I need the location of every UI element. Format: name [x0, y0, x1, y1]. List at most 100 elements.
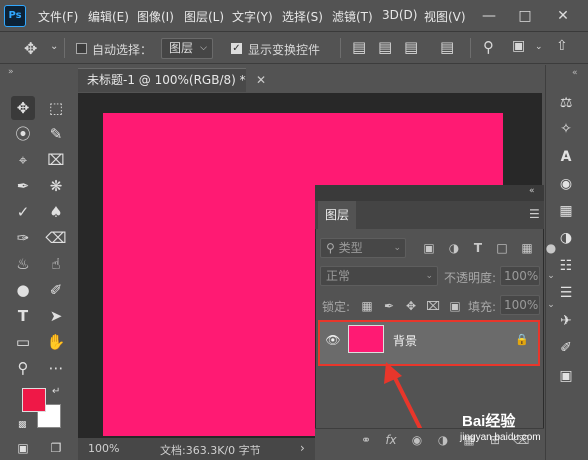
- chevron-down-icon[interactable]: ⌄: [50, 41, 58, 52]
- menu-3d[interactable]: 3D(D): [382, 8, 417, 22]
- zoom-level[interactable]: 100%: [88, 442, 119, 455]
- chevron-down-icon[interactable]: ⌄: [544, 298, 558, 312]
- spot-healing-tool-icon[interactable]: ❋: [44, 174, 68, 198]
- lock-transparency-icon[interactable]: ▦: [360, 299, 374, 313]
- history-brush-tool-icon[interactable]: ✑: [11, 226, 35, 250]
- align-top-icon[interactable]: ▤: [440, 38, 454, 56]
- collapse-icon[interactable]: »: [8, 67, 14, 77]
- collapse-icon[interactable]: «: [572, 68, 578, 78]
- adjustment-icon[interactable]: ◑: [434, 431, 452, 449]
- link-icon[interactable]: ⚭: [357, 431, 375, 449]
- divider: [470, 38, 471, 58]
- panel-menu-icon[interactable]: ☰: [529, 207, 540, 221]
- search-icon[interactable]: ⚲: [483, 38, 494, 56]
- blend-mode-dropdown[interactable]: 正常 ⌄: [320, 266, 438, 286]
- chevron-down-icon: ⌄: [425, 271, 433, 281]
- document-tab[interactable]: 未标题-1 @ 100%(RGB/8) *: [78, 68, 246, 92]
- eye-icon[interactable]: 👁: [325, 333, 341, 347]
- layer-name[interactable]: 背景: [393, 332, 417, 349]
- shape-filter-icon[interactable]: □: [495, 241, 509, 255]
- more-tools-icon[interactable]: ⋯: [44, 356, 68, 380]
- layer-filter-dropdown[interactable]: ⚲ 类型 ⌄: [320, 238, 406, 258]
- foreground-color-swatch[interactable]: [22, 388, 46, 412]
- menu-image[interactable]: 图像(I): [137, 8, 174, 25]
- menu-type[interactable]: 文字(Y): [232, 8, 273, 25]
- path-select-tool-icon[interactable]: ➤: [44, 304, 68, 328]
- auto-select-checkbox[interactable]: [76, 43, 87, 54]
- lock-pixels-icon[interactable]: ✒: [382, 299, 396, 313]
- align-right-icon[interactable]: ▤: [404, 38, 418, 56]
- lasso-tool-icon[interactable]: ⦿: [11, 122, 35, 146]
- pen-tool-icon[interactable]: ✐: [44, 278, 68, 302]
- screen-mode-icon[interactable]: ❐: [44, 436, 68, 460]
- type-tool-icon[interactable]: T: [11, 304, 35, 328]
- smart-object-filter-icon[interactable]: ▦: [520, 241, 534, 255]
- move-tool-icon[interactable]: ✥: [24, 39, 37, 58]
- zoom-tool-icon[interactable]: ⚲: [11, 356, 35, 380]
- fx-icon[interactable]: fx: [382, 431, 400, 449]
- menu-layer[interactable]: 图层(L): [184, 8, 224, 25]
- chevron-right-icon[interactable]: ›: [300, 441, 305, 455]
- crop-tool-icon[interactable]: ⌖: [11, 148, 35, 172]
- rectangle-tool-icon[interactable]: ▭: [11, 330, 35, 354]
- quick-mask-icon[interactable]: ▣: [11, 436, 35, 460]
- eyedropper-tool-icon[interactable]: ✒: [11, 174, 35, 198]
- swatches-icon[interactable]: ▦: [554, 199, 578, 223]
- swap-colors-icon[interactable]: ↵: [52, 386, 60, 397]
- history-icon[interactable]: ⚖: [554, 91, 578, 115]
- chevron-down-icon: ⌵: [200, 43, 207, 53]
- lock-position-icon[interactable]: ✥: [404, 299, 418, 313]
- close-icon[interactable]: ✕: [552, 5, 574, 27]
- character-icon[interactable]: A: [554, 145, 578, 169]
- eraser-tool-icon[interactable]: ⌫: [44, 226, 68, 250]
- menu-view[interactable]: 视图(V): [424, 8, 466, 25]
- lock-all-icon[interactable]: ▣: [448, 299, 462, 313]
- auto-select-mode-dropdown[interactable]: 图层 ⌵: [161, 38, 213, 59]
- menu-edit[interactable]: 编辑(E): [88, 8, 129, 25]
- filter-toggle-icon[interactable]: ●: [544, 241, 558, 255]
- mode-value: 图层: [169, 41, 194, 55]
- lock-artboard-icon[interactable]: ⌧: [426, 299, 440, 313]
- menu-filter[interactable]: 滤镜(T): [332, 8, 373, 25]
- paths-icon[interactable]: ✧: [554, 117, 578, 141]
- dodge-tool-icon[interactable]: ●: [11, 278, 35, 302]
- move-tool-icon[interactable]: ✥: [11, 96, 35, 120]
- smudge-tool-icon[interactable]: ☝: [44, 252, 68, 276]
- color-icon[interactable]: ◉: [554, 172, 578, 196]
- align-left-icon[interactable]: ▤: [352, 38, 366, 56]
- default-colors-icon[interactable]: ▩: [18, 420, 27, 430]
- tab-layers[interactable]: 图层: [318, 201, 356, 229]
- collapse-icon[interactable]: «: [529, 186, 535, 196]
- mask-icon[interactable]: ◉: [408, 431, 426, 449]
- divider: [64, 38, 65, 58]
- hand-tool-icon[interactable]: ✋: [44, 330, 68, 354]
- fill-input[interactable]: 100%: [500, 295, 540, 315]
- adjustment-filter-icon[interactable]: ◑: [447, 241, 461, 255]
- chevron-down-icon[interactable]: ⌄: [535, 42, 543, 52]
- quick-select-tool-icon[interactable]: ✎: [44, 122, 68, 146]
- frame-tool-icon[interactable]: ⌧: [44, 148, 68, 172]
- brush-tool-icon[interactable]: ✓: [11, 200, 35, 224]
- lock-label: 锁定:: [322, 300, 351, 314]
- clone-stamp-tool-icon[interactable]: ♠: [44, 200, 68, 224]
- menu-file[interactable]: 文件(F): [38, 8, 78, 25]
- chevron-down-icon[interactable]: ⌄: [544, 269, 558, 283]
- paint-bucket-tool-icon[interactable]: ♨: [11, 252, 35, 276]
- marquee-tool-icon[interactable]: ⬚: [44, 96, 68, 120]
- minimize-icon[interactable]: —: [478, 5, 500, 27]
- brushes-icon[interactable]: ✐: [554, 336, 578, 360]
- opacity-input[interactable]: 100%: [500, 266, 540, 286]
- show-transform-checkbox[interactable]: ✓: [231, 43, 242, 54]
- channels-icon[interactable]: ✈: [554, 309, 578, 333]
- workspace-icon[interactable]: ▣: [512, 38, 525, 54]
- layer-thumbnail[interactable]: [348, 325, 384, 353]
- close-tab-icon[interactable]: ✕: [256, 73, 266, 87]
- align-center-icon[interactable]: ▤: [378, 38, 392, 56]
- share-icon[interactable]: ⇧: [556, 38, 568, 54]
- type-filter-icon[interactable]: T: [471, 241, 485, 255]
- menu-select[interactable]: 选择(S): [282, 8, 323, 25]
- pixel-filter-icon[interactable]: ▣: [422, 241, 436, 255]
- watermark-logo: Bai经验: [462, 413, 516, 430]
- glyphs-icon[interactable]: ▣: [554, 364, 578, 388]
- maximize-icon[interactable]: □: [514, 5, 536, 27]
